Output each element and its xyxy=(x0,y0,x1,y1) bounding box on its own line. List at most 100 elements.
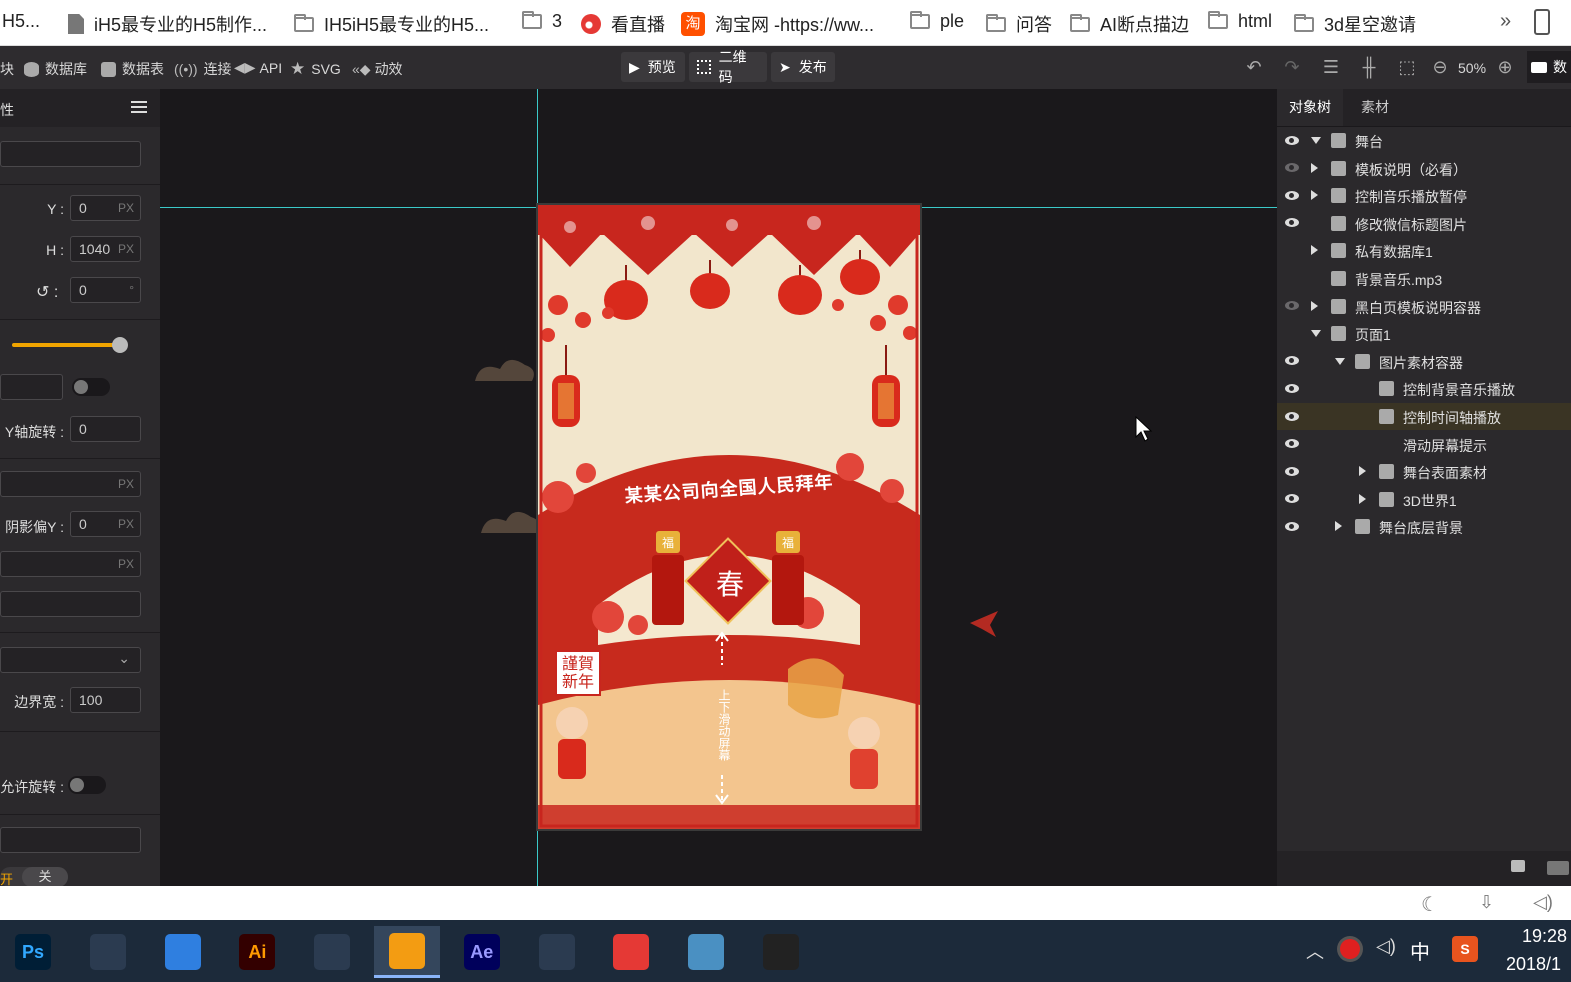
shadow-color-field[interactable] xyxy=(0,591,141,617)
bookmark-item[interactable]: AI断点描边 xyxy=(1070,11,1189,37)
taskbar-app[interactable] xyxy=(748,926,814,978)
bookmark-item[interactable]: ple xyxy=(910,11,964,32)
taskbar-app[interactable] xyxy=(673,926,739,978)
zoom-in-icon[interactable]: ⊕ xyxy=(1494,57,1516,77)
bookmark-item[interactable]: iH5最专业的H5制作... xyxy=(68,11,267,37)
blank-field[interactable] xyxy=(0,374,63,400)
toolbar-item-database[interactable]: 数据库 xyxy=(24,59,87,79)
ime-indicator[interactable]: 中 xyxy=(1410,936,1430,965)
caret-right-icon[interactable] xyxy=(1311,162,1318,173)
zoom-out-icon[interactable]: ⊖ xyxy=(1429,57,1451,77)
toggle-switch[interactable] xyxy=(72,378,110,396)
bookmark-item[interactable]: IH5iH5最专业的H5... xyxy=(294,11,489,37)
phone-icon[interactable] xyxy=(1534,9,1550,35)
moon-icon[interactable]: ☾ xyxy=(1421,892,1439,917)
name-field[interactable] xyxy=(0,141,141,167)
toolbar-item-motion[interactable]: «◆ 动效 xyxy=(352,59,403,79)
camera-button[interactable]: 数 xyxy=(1527,51,1571,83)
border-width-field[interactable]: 100 xyxy=(70,687,141,713)
shadow-x-field[interactable]: PX xyxy=(0,471,141,497)
bookmark-item[interactable]: 问答 xyxy=(986,11,1052,37)
caret-down-icon[interactable] xyxy=(1311,330,1321,338)
bookmark-item[interactable]: 3d星空邀请 xyxy=(1294,11,1416,37)
tree-node[interactable]: 控制背景音乐播放 xyxy=(1277,375,1571,402)
bookmarks-overflow-button[interactable]: » xyxy=(1500,10,1511,33)
toolbar-item-module[interactable]: 块 xyxy=(0,59,14,79)
taskbar-app[interactable]: Ae xyxy=(449,926,515,978)
taskbar-app[interactable] xyxy=(374,926,440,978)
eye-off-icon[interactable] xyxy=(1283,298,1301,314)
tree-node[interactable]: 控制音乐播放暂停 xyxy=(1277,182,1571,209)
tree-node[interactable]: 私有数据库1 xyxy=(1277,237,1571,264)
tree-node[interactable]: 滑动屏幕提示 xyxy=(1277,431,1571,458)
opacity-slider-handle[interactable] xyxy=(112,337,128,353)
tree-node[interactable]: 页面1 xyxy=(1277,320,1571,347)
undo-icon[interactable]: ↶ xyxy=(1243,57,1265,77)
redo-icon[interactable]: ↷ xyxy=(1281,57,1303,77)
tree-node[interactable]: 模板说明（必看） xyxy=(1277,155,1571,182)
caret-right-icon[interactable] xyxy=(1311,300,1318,311)
h-field[interactable]: 1040 PX xyxy=(70,236,141,262)
fit-screen-icon[interactable]: ⬚ xyxy=(1396,57,1418,77)
caret-right-icon[interactable] xyxy=(1311,245,1318,256)
taskbar-app[interactable] xyxy=(299,926,365,978)
tree-node[interactable]: 黑白页模板说明容器 xyxy=(1277,293,1571,320)
eye-icon[interactable] xyxy=(1283,215,1301,231)
eye-icon[interactable] xyxy=(1283,353,1301,369)
taskbar-app[interactable]: Ps xyxy=(0,926,66,978)
bookmark-item[interactable]: html xyxy=(1208,11,1272,32)
tree-node[interactable]: 背景音乐.mp3 xyxy=(1277,265,1571,292)
download-icon[interactable]: ⇩ xyxy=(1479,892,1494,913)
caret-right-icon[interactable] xyxy=(1359,493,1366,504)
tab-object-tree[interactable]: 对象树 xyxy=(1277,89,1343,126)
eye-icon[interactable] xyxy=(1283,463,1301,479)
dropdown-select[interactable]: ⌄ xyxy=(0,647,141,673)
taskbar-app[interactable]: Ai xyxy=(224,926,290,978)
preview-button[interactable]: ▶ 预览 xyxy=(621,52,685,82)
eye-icon[interactable] xyxy=(1283,408,1301,424)
toolbar-item-svg[interactable]: ★ SVG xyxy=(290,59,341,79)
eye-icon[interactable] xyxy=(1283,380,1301,396)
clock-time[interactable]: 19:28 xyxy=(1522,926,1567,947)
speaker-icon[interactable]: ◁) xyxy=(1376,936,1396,957)
align-left-icon[interactable]: ☰ xyxy=(1320,57,1342,77)
allow-rotate-toggle[interactable] xyxy=(68,776,106,794)
toolbar-item-api[interactable]: ◀▶ API xyxy=(234,59,282,76)
taskbar-app[interactable] xyxy=(150,926,216,978)
bookmark-item[interactable]: H5... xyxy=(2,11,40,32)
caret-right-icon[interactable] xyxy=(1335,521,1342,532)
bottom-field[interactable] xyxy=(0,827,141,853)
chevron-up-icon[interactable]: ︿ xyxy=(1306,938,1324,964)
qrcode-button[interactable]: 二维码 xyxy=(689,49,767,85)
menu-icon[interactable] xyxy=(131,101,147,103)
y-axis-rotate-field[interactable]: 0 xyxy=(70,416,141,442)
toolbar-item-connect[interactable]: ((•)) 连接 xyxy=(174,59,232,79)
caret-down-icon[interactable] xyxy=(1311,137,1321,144)
tab-assets[interactable]: 素材 xyxy=(1343,89,1407,126)
shadow-blur-field[interactable]: PX xyxy=(0,551,141,577)
eye-icon[interactable] xyxy=(1283,187,1301,203)
toolbar-item-datatable[interactable]: 数据表 xyxy=(101,59,164,79)
opacity-slider-track[interactable] xyxy=(12,343,120,347)
tree-node[interactable]: 修改微信标题图片 xyxy=(1277,210,1571,237)
shadow-y-field[interactable]: 0 PX xyxy=(70,511,141,537)
eye-icon[interactable] xyxy=(1283,132,1301,148)
bookmark-item[interactable]: 看直播 xyxy=(581,11,665,37)
eye-icon[interactable] xyxy=(1283,491,1301,507)
eye-icon[interactable] xyxy=(1283,436,1301,452)
caret-right-icon[interactable] xyxy=(1359,466,1366,477)
bookmark-item[interactable]: 3 xyxy=(522,11,562,32)
tree-node[interactable]: 3D世界1 xyxy=(1277,486,1571,513)
tree-node[interactable]: 舞台底层背景 xyxy=(1277,513,1571,540)
caret-right-icon[interactable] xyxy=(1311,190,1318,201)
folder-icon[interactable] xyxy=(1547,861,1569,875)
taskbar-app[interactable] xyxy=(524,926,590,978)
sogou-icon[interactable]: S xyxy=(1452,936,1478,962)
lock-icon[interactable] xyxy=(1511,860,1525,872)
eye-off-icon[interactable] xyxy=(1283,160,1301,176)
bookmark-item[interactable]: 淘淘宝网 -https://ww... xyxy=(681,11,874,37)
clock-date[interactable]: 2018/1 xyxy=(1506,954,1561,975)
publish-button[interactable]: ➤ 发布 xyxy=(771,52,835,82)
tree-node[interactable]: 舞台 xyxy=(1277,127,1571,154)
record-icon[interactable] xyxy=(1340,939,1360,959)
